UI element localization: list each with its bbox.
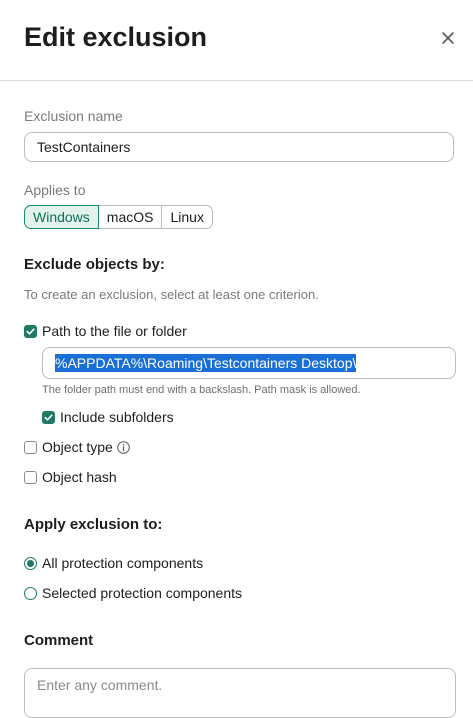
path-checkbox[interactable] — [24, 324, 37, 338]
include-subfolders-checkbox[interactable] — [42, 410, 55, 424]
exclusion-name-label: Exclusion name — [24, 108, 123, 124]
object-type-row[interactable]: Object type — [24, 439, 130, 455]
info-icon[interactable] — [117, 440, 130, 454]
path-checkbox-label: Path to the file or folder — [42, 323, 187, 339]
dialog-header: Edit exclusion — [0, 0, 473, 81]
apply-exclusion-title: Apply exclusion to: — [24, 516, 163, 533]
radio-selected-components-row[interactable]: Selected protection components — [24, 585, 242, 601]
exclude-objects-hint: To create an exclusion, select at least … — [24, 287, 319, 302]
platform-option-windows[interactable]: Windows — [24, 205, 99, 229]
include-subfolders-row[interactable]: Include subfolders — [42, 409, 174, 425]
close-icon[interactable] — [436, 26, 460, 50]
object-hash-row[interactable]: Object hash — [24, 469, 117, 485]
object-hash-label: Object hash — [42, 469, 117, 485]
applies-to-label: Applies to — [24, 182, 86, 198]
path-hint: The folder path must end with a backslas… — [42, 384, 361, 396]
comment-placeholder: Enter any comment. — [37, 677, 163, 693]
object-type-label: Object type — [42, 439, 113, 455]
comment-title: Comment — [24, 632, 94, 649]
radio-selected-components-label: Selected protection components — [42, 585, 243, 601]
radio-selected-components[interactable] — [24, 586, 37, 600]
comment-textarea[interactable]: Enter any comment. — [24, 668, 456, 718]
exclusion-name-input[interactable]: TestContainers — [24, 132, 454, 162]
object-type-checkbox[interactable] — [24, 440, 37, 454]
exclude-objects-title: Exclude objects by: — [24, 256, 165, 273]
exclusion-name-value: TestContainers — [37, 139, 131, 155]
path-input[interactable]: %APPDATA%\Roaming\Testcontainers Desktop… — [42, 347, 456, 379]
include-subfolders-label: Include subfolders — [60, 409, 174, 425]
page-title: Edit exclusion — [24, 22, 208, 52]
radio-all-components-row[interactable]: All protection components — [24, 555, 203, 571]
radio-all-components-label: All protection components — [42, 555, 204, 571]
platform-option-macos[interactable]: macOS — [97, 205, 163, 229]
object-hash-checkbox[interactable] — [24, 470, 37, 484]
platform-segmented-control: Windows macOS Linux — [24, 205, 213, 229]
platform-option-linux[interactable]: Linux — [161, 205, 213, 229]
path-checkbox-row[interactable]: Path to the file or folder — [24, 323, 187, 339]
radio-all-components[interactable] — [24, 556, 37, 570]
path-input-value: %APPDATA%\Roaming\Testcontainers Desktop… — [55, 354, 357, 372]
